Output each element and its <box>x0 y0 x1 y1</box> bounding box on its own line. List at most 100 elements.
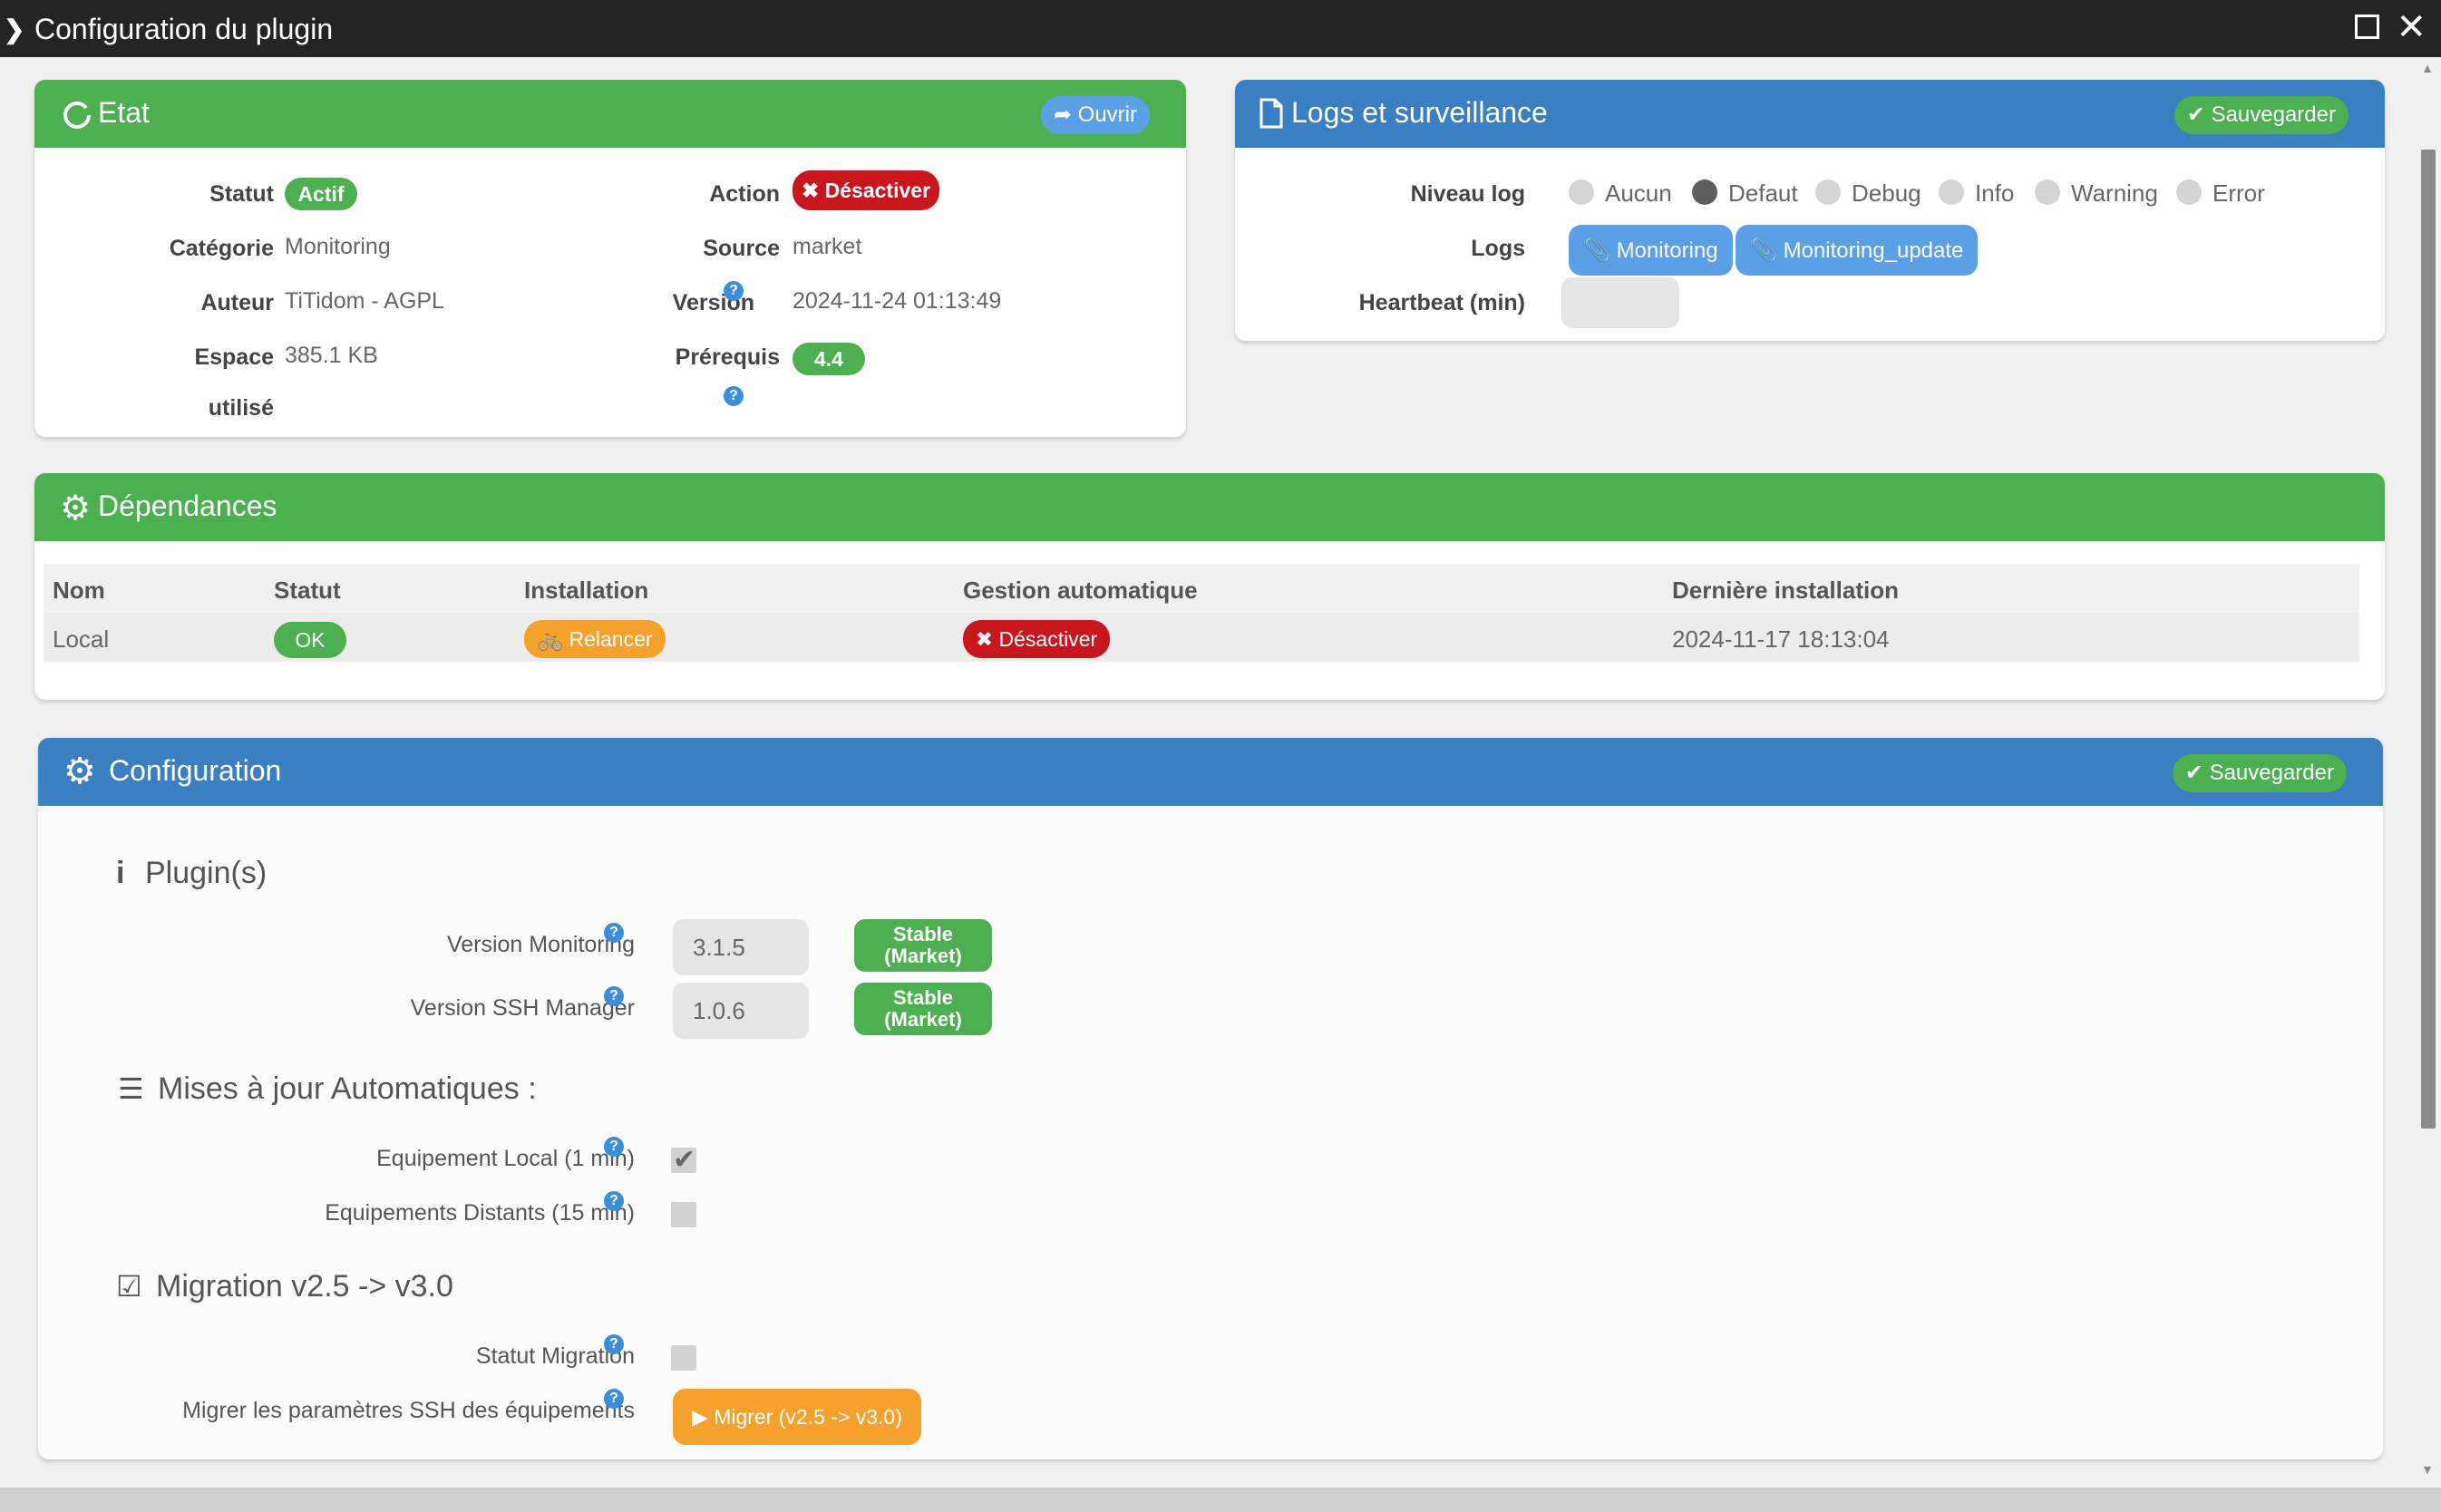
equip-local-checkbox[interactable]: ✔ <box>671 1145 696 1175</box>
open-button[interactable]: ➦ Ouvrir <box>1040 96 1150 134</box>
col-derniere-installation: Dernière installation <box>1672 577 1899 604</box>
radio-defaut-label: Defaut <box>1728 179 1798 207</box>
heartbeat-label: Heartbeat (min) <box>1358 290 1525 315</box>
log-monitoring-button[interactable]: 📎 Monitoring <box>1569 225 1733 276</box>
info-icon: i <box>116 856 125 890</box>
source-value: market <box>793 234 862 259</box>
scroll-down-icon[interactable]: ▼ <box>2421 1462 2434 1477</box>
radio-error[interactable] <box>2176 179 2202 205</box>
configuration-title: Configuration <box>109 754 282 787</box>
open-button-label: Ouvrir <box>1077 102 1137 127</box>
config-save-button[interactable]: ✔ Sauvegarder <box>2172 754 2347 792</box>
gestion-desactiver-label: Désactiver <box>998 627 1098 651</box>
help-icon[interactable]: ? <box>604 1137 624 1157</box>
migrer-button[interactable]: ▶ Migrer (v2.5 -> v3.0) <box>673 1389 921 1445</box>
gestion-desactiver-button[interactable]: ✖ Désactiver <box>963 620 1110 658</box>
help-icon[interactable]: ? <box>724 386 744 406</box>
source-label: Source <box>703 236 780 261</box>
stable-line1: Stable <box>892 923 954 945</box>
logs-title: Logs et surveillance <box>1291 96 1548 129</box>
log-monitoring-update-button[interactable]: 📎 Monitoring_update <box>1736 225 1979 276</box>
radio-warning-label: Warning <box>2071 179 2158 207</box>
categorie-label: Catégorie <box>169 236 274 261</box>
configuration-panel: ⚙ Configuration ✔ Sauvegarder i Plugin(s… <box>38 738 2383 1459</box>
scrollbar-thumb[interactable] <box>2421 150 2436 1129</box>
auteur-value: TiTidom - AGPL <box>285 288 444 314</box>
logs-label: Logs <box>1471 236 1525 261</box>
close-icon[interactable]: ✕ <box>2396 9 2426 45</box>
desactiver-button[interactable]: ✖ Désactiver <box>793 170 939 210</box>
help-icon[interactable]: ? <box>604 986 624 1006</box>
desactiver-label: Désactiver <box>824 179 931 202</box>
gear-icon: ⚙ <box>60 489 92 528</box>
migration-section-title: Migration v2.5 -> v3.0 <box>156 1269 453 1304</box>
window-title: Configuration du plugin <box>34 13 334 45</box>
gears-icon: ⚙ <box>63 751 96 791</box>
check-circle-icon: ✔ <box>2184 761 2203 785</box>
stable-line1: Stable <box>892 986 954 1009</box>
stable-market-badge: Stable (Market) <box>854 919 992 972</box>
clipboard-check-icon: ☑ <box>116 1270 142 1303</box>
check-circle-icon: ✔ <box>2186 102 2205 127</box>
statut-badge: Actif <box>285 178 357 210</box>
tasks-icon: ☰ <box>118 1072 144 1105</box>
plugins-section-title: Plugin(s) <box>145 856 267 890</box>
radio-info[interactable] <box>1939 179 1964 205</box>
help-icon[interactable]: ? <box>604 1334 624 1354</box>
auteur-label: Auteur <box>200 290 274 315</box>
x-icon: ✖ <box>801 179 820 202</box>
play-circle-icon: ▶ <box>692 1405 708 1429</box>
table-row <box>44 613 2359 662</box>
prerequis-label: Prérequis <box>675 344 780 370</box>
stable-line2: (Market) <box>884 1008 962 1031</box>
action-label: Action <box>709 181 780 207</box>
logs-header: Logs et surveillance ✔ Sauvegarder <box>1235 80 2385 148</box>
logs-save-button[interactable]: ✔ Sauvegarder <box>2174 96 2349 134</box>
help-icon[interactable]: ? <box>724 281 744 301</box>
share-icon: ➦ <box>1053 102 1072 127</box>
equip-distants-label: Equipements Distants (15 min) <box>325 1200 635 1226</box>
config-save-label: Sauvegarder <box>2209 761 2334 785</box>
radio-debug[interactable] <box>1815 179 1841 205</box>
etat-title: Etat <box>98 96 150 129</box>
logs-panel: Logs et surveillance ✔ Sauvegarder Nivea… <box>1235 80 2385 341</box>
configuration-header: ⚙ Configuration ✔ Sauvegarder <box>38 738 2383 806</box>
radio-debug-label: Debug <box>1852 179 1921 207</box>
statut-migration-checkbox[interactable] <box>671 1345 696 1371</box>
etat-header: Etat ➦ Ouvrir <box>34 80 1186 148</box>
scroll-up-icon[interactable]: ▲ <box>2421 61 2434 75</box>
col-statut: Statut <box>274 577 341 604</box>
help-icon[interactable]: ? <box>604 1389 624 1409</box>
espace-label-line2: utilisé <box>208 395 274 421</box>
version-value: 2024-11-24 01:13:49 <box>793 288 1002 314</box>
maximize-icon[interactable] <box>2355 15 2379 39</box>
dependances-panel: ⚙ Dépendances Nom Statut Installation Ge… <box>34 473 2385 700</box>
check-icon: ✔ <box>673 1145 696 1175</box>
relancer-button[interactable]: 🚲 Relancer <box>524 620 666 658</box>
radio-info-label: Info <box>1975 179 2015 207</box>
chevron-right-icon[interactable]: ❯ <box>4 15 24 44</box>
row-derniere-installation: 2024-11-17 18:13:04 <box>1672 625 1890 653</box>
help-icon[interactable]: ? <box>604 923 624 943</box>
col-installation: Installation <box>524 577 649 604</box>
paperclip-icon: 📎 <box>1750 238 1777 263</box>
stable-line2: (Market) <box>884 945 962 967</box>
bottom-strip <box>0 1488 2441 1512</box>
heartbeat-input[interactable] <box>1561 277 1679 328</box>
stable-market-badge: Stable (Market) <box>854 983 992 1035</box>
bicycle-icon: 🚲 <box>537 627 564 651</box>
file-icon <box>1259 98 1283 129</box>
version-monitoring-input: 3.1.5 <box>673 919 809 975</box>
radio-warning[interactable] <box>2035 179 2060 205</box>
log-monitoring-label: Monitoring <box>1616 238 1718 263</box>
dependances-table <box>44 564 2359 662</box>
prerequis-badge: 4.4 <box>793 343 865 375</box>
espace-label: Espace <box>194 344 274 370</box>
status-badge: OK <box>274 622 346 658</box>
help-icon[interactable]: ? <box>604 1191 624 1211</box>
log-monitoring-update-label: Monitoring_update <box>1783 238 1964 263</box>
radio-aucun[interactable] <box>1569 179 1594 205</box>
equip-distants-checkbox[interactable] <box>671 1202 696 1227</box>
radio-defaut[interactable] <box>1692 179 1717 205</box>
x-icon: ✖ <box>975 627 994 651</box>
